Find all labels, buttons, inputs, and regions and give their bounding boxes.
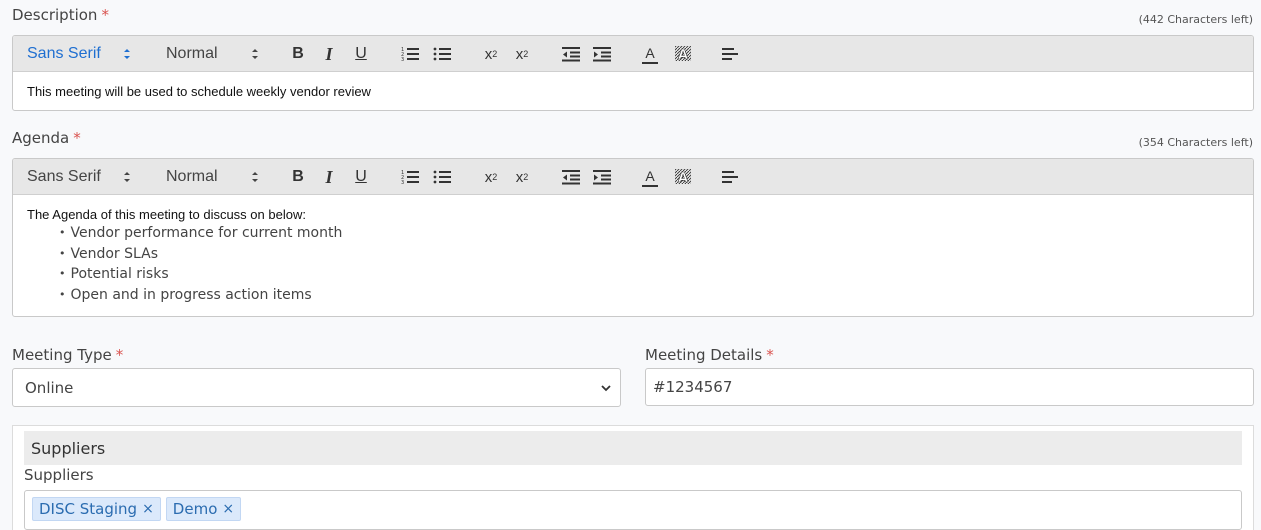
- subscript-icon[interactable]: x2: [479, 159, 503, 195]
- description-chars-left: (442 Characters left): [1138, 13, 1253, 26]
- agenda-list: Vendor performance for current month Ven…: [59, 223, 1239, 305]
- background-color-icon[interactable]: A: [672, 36, 694, 72]
- suppliers-section-title: Suppliers: [24, 431, 1242, 465]
- size-picker-arrows-icon: [252, 172, 258, 182]
- meeting-type-label: Meeting Type *: [12, 346, 124, 364]
- suppliers-label: Suppliers: [24, 466, 94, 484]
- subscript-icon[interactable]: x2: [479, 36, 503, 72]
- font-picker-arrows-icon: [124, 49, 130, 59]
- list-item: Vendor SLAs: [59, 244, 1239, 265]
- italic-icon[interactable]: I: [318, 159, 340, 195]
- text-color-icon[interactable]: A: [639, 36, 661, 72]
- svg-text:A: A: [678, 171, 688, 186]
- list-item: Vendor performance for current month: [59, 223, 1239, 244]
- bullet-list-icon[interactable]: [431, 159, 453, 195]
- superscript-icon[interactable]: x2: [510, 36, 534, 72]
- agenda-content[interactable]: The Agenda of this meeting to discuss on…: [13, 196, 1253, 316]
- background-color-icon[interactable]: A: [672, 159, 694, 195]
- meeting-details-label: Meeting Details *: [645, 346, 774, 364]
- meeting-details-input[interactable]: #1234567: [645, 368, 1254, 406]
- svg-text:3: 3: [401, 57, 404, 62]
- outdent-icon[interactable]: [560, 159, 582, 195]
- underline-icon[interactable]: U: [350, 159, 372, 195]
- size-picker-arrows-icon: [252, 49, 258, 59]
- description-toolbar: Sans Serif Normal B I U 123 x2 x2 A A: [13, 36, 1253, 72]
- svg-text:A: A: [678, 48, 688, 63]
- remove-tag-icon[interactable]: ×: [142, 501, 154, 517]
- text-color-icon[interactable]: A: [639, 159, 661, 195]
- supplier-tag: Demo ×: [165, 497, 242, 521]
- suppliers-multiselect[interactable]: DISC Staging × Demo ×: [24, 490, 1242, 530]
- list-item: Open and in progress action items: [59, 285, 1239, 306]
- supplier-tag: DISC Staging ×: [32, 497, 161, 521]
- align-icon[interactable]: [719, 36, 741, 72]
- indent-icon[interactable]: [591, 159, 613, 195]
- description-editor: Sans Serif Normal B I U 123 x2 x2 A A Th…: [12, 35, 1254, 111]
- outdent-icon[interactable]: [560, 36, 582, 72]
- font-picker-arrows-icon: [124, 172, 130, 182]
- bold-icon[interactable]: B: [287, 36, 309, 72]
- meeting-type-select[interactable]: Online: [12, 368, 621, 407]
- required-mark: *: [766, 346, 774, 364]
- indent-icon[interactable]: [591, 36, 613, 72]
- ordered-list-icon[interactable]: 123: [399, 159, 421, 195]
- bullet-list-icon[interactable]: [431, 36, 453, 72]
- agenda-label: Agenda *: [12, 129, 81, 147]
- agenda-editor: Sans Serif Normal B I U 123 x2 x2 A A Th…: [12, 158, 1254, 317]
- chevron-down-icon: [601, 385, 611, 392]
- required-mark: *: [101, 6, 109, 24]
- superscript-icon[interactable]: x2: [510, 159, 534, 195]
- ordered-list-icon[interactable]: 123: [399, 36, 421, 72]
- svg-text:3: 3: [401, 180, 404, 185]
- bold-icon[interactable]: B: [287, 159, 309, 195]
- required-mark: *: [73, 129, 81, 147]
- required-mark: *: [115, 346, 124, 364]
- description-content[interactable]: This meeting will be used to schedule we…: [13, 73, 1253, 110]
- align-icon[interactable]: [719, 159, 741, 195]
- suppliers-panel: Suppliers Suppliers DISC Staging × Demo …: [12, 425, 1254, 530]
- list-item: Potential risks: [59, 264, 1239, 285]
- underline-icon[interactable]: U: [350, 36, 372, 72]
- agenda-toolbar: Sans Serif Normal B I U 123 x2 x2 A A: [13, 159, 1253, 195]
- remove-tag-icon[interactable]: ×: [222, 501, 234, 517]
- agenda-chars-left: (354 Characters left): [1138, 136, 1253, 149]
- italic-icon[interactable]: I: [318, 36, 340, 72]
- description-label: Description *: [12, 6, 109, 24]
